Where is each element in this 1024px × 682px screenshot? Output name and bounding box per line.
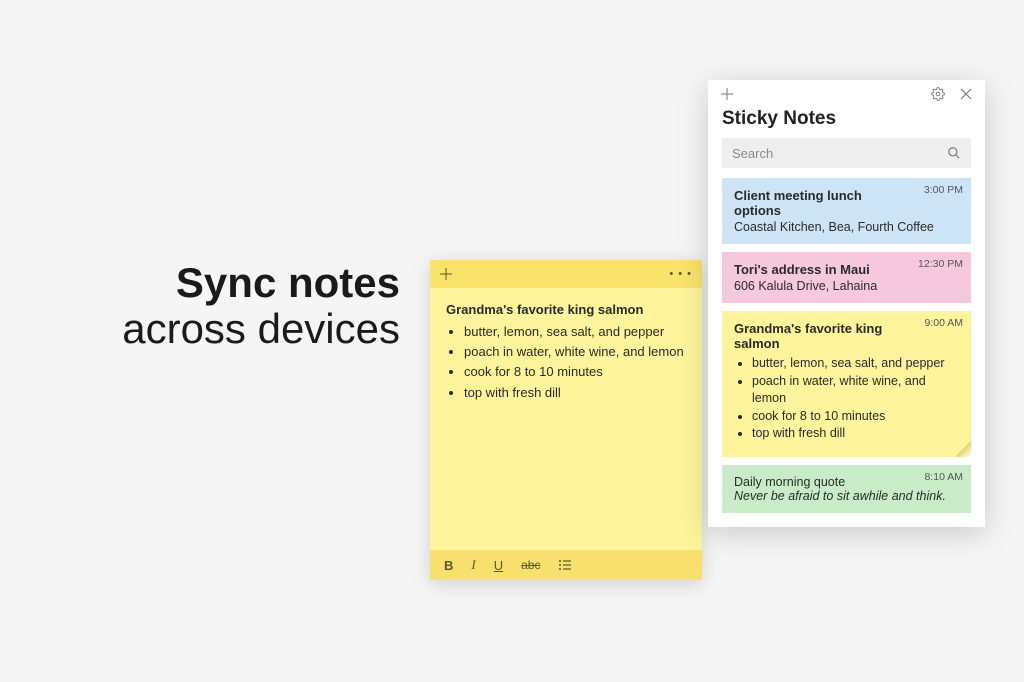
search-icon: [947, 146, 961, 160]
note-content[interactable]: Grandma's favorite king salmon butter, l…: [430, 288, 702, 550]
note-bullet: top with fresh dill: [464, 384, 686, 402]
note-editor-window: • • • Grandma's favorite king salmon but…: [430, 260, 702, 580]
note-card-bullets: butter, lemon, sea salt, and pepper poac…: [734, 355, 959, 443]
bullet-list-button[interactable]: [558, 558, 572, 572]
underline-button[interactable]: U: [494, 558, 503, 573]
hero-line2: across devices: [40, 306, 400, 352]
note-bullet: butter, lemon, sea salt, and pepper: [464, 323, 686, 341]
close-button[interactable]: [957, 85, 975, 103]
note-card-daily-quote[interactable]: 8:10 AM Daily morning quote Never be afr…: [722, 465, 971, 513]
note-time: 9:00 AM: [924, 317, 963, 329]
plus-icon: [440, 268, 452, 280]
note-bullet: top with fresh dill: [752, 425, 959, 443]
note-card-preview: Coastal Kitchen, Bea, Fourth Coffee: [734, 220, 959, 234]
note-bullet: butter, lemon, sea salt, and pepper: [752, 355, 959, 373]
close-icon: [960, 88, 972, 100]
note-card-quote: Never be afraid to sit awhile and think.: [734, 489, 959, 503]
hero-text: Sync notes across devices: [40, 260, 400, 352]
list-window-titlebar: [708, 80, 985, 108]
notes-list-window: Sticky Notes 3:00 PM Client meeting lunc…: [708, 80, 985, 527]
plus-icon: [721, 88, 733, 100]
note-menu-button[interactable]: • • •: [665, 268, 696, 280]
search-box[interactable]: [722, 138, 971, 168]
note-card-preview: 606 Kalula Drive, Lahaina: [734, 279, 959, 293]
note-title: Grandma's favorite king salmon: [446, 302, 686, 317]
note-bullet: cook for 8 to 10 minutes: [464, 363, 686, 381]
notes-stack: 3:00 PM Client meeting lunch options Coa…: [708, 178, 985, 513]
note-bullet-list: butter, lemon, sea salt, and pepper poac…: [446, 323, 686, 402]
note-time: 8:10 AM: [924, 471, 963, 483]
note-time: 3:00 PM: [924, 184, 963, 196]
new-note-button[interactable]: [718, 85, 736, 103]
list-window-heading: Sticky Notes: [708, 108, 985, 138]
settings-button[interactable]: [929, 85, 947, 103]
gear-icon: [931, 87, 945, 101]
note-card-client-meeting[interactable]: 3:00 PM Client meeting lunch options Coa…: [722, 178, 971, 244]
note-bullet: poach in water, white wine, and lemon: [752, 373, 959, 408]
new-note-button[interactable]: [436, 264, 456, 284]
note-card-tori-address[interactable]: 12:30 PM Tori's address in Maui 606 Kalu…: [722, 252, 971, 303]
bold-button[interactable]: B: [444, 558, 453, 573]
note-time: 12:30 PM: [918, 258, 963, 270]
strikethrough-button[interactable]: abc: [521, 558, 540, 572]
note-card-king-salmon[interactable]: 9:00 AM Grandma's favorite king salmon b…: [722, 311, 971, 457]
format-toolbar: B I U abc: [430, 550, 702, 580]
note-bullet: poach in water, white wine, and lemon: [464, 343, 686, 361]
note-bullet: cook for 8 to 10 minutes: [752, 408, 959, 426]
note-editor-titlebar: • • •: [430, 260, 702, 288]
search-input[interactable]: [732, 146, 947, 161]
italic-button[interactable]: I: [471, 557, 475, 573]
list-icon: [558, 558, 572, 572]
hero-line1: Sync notes: [40, 260, 400, 306]
